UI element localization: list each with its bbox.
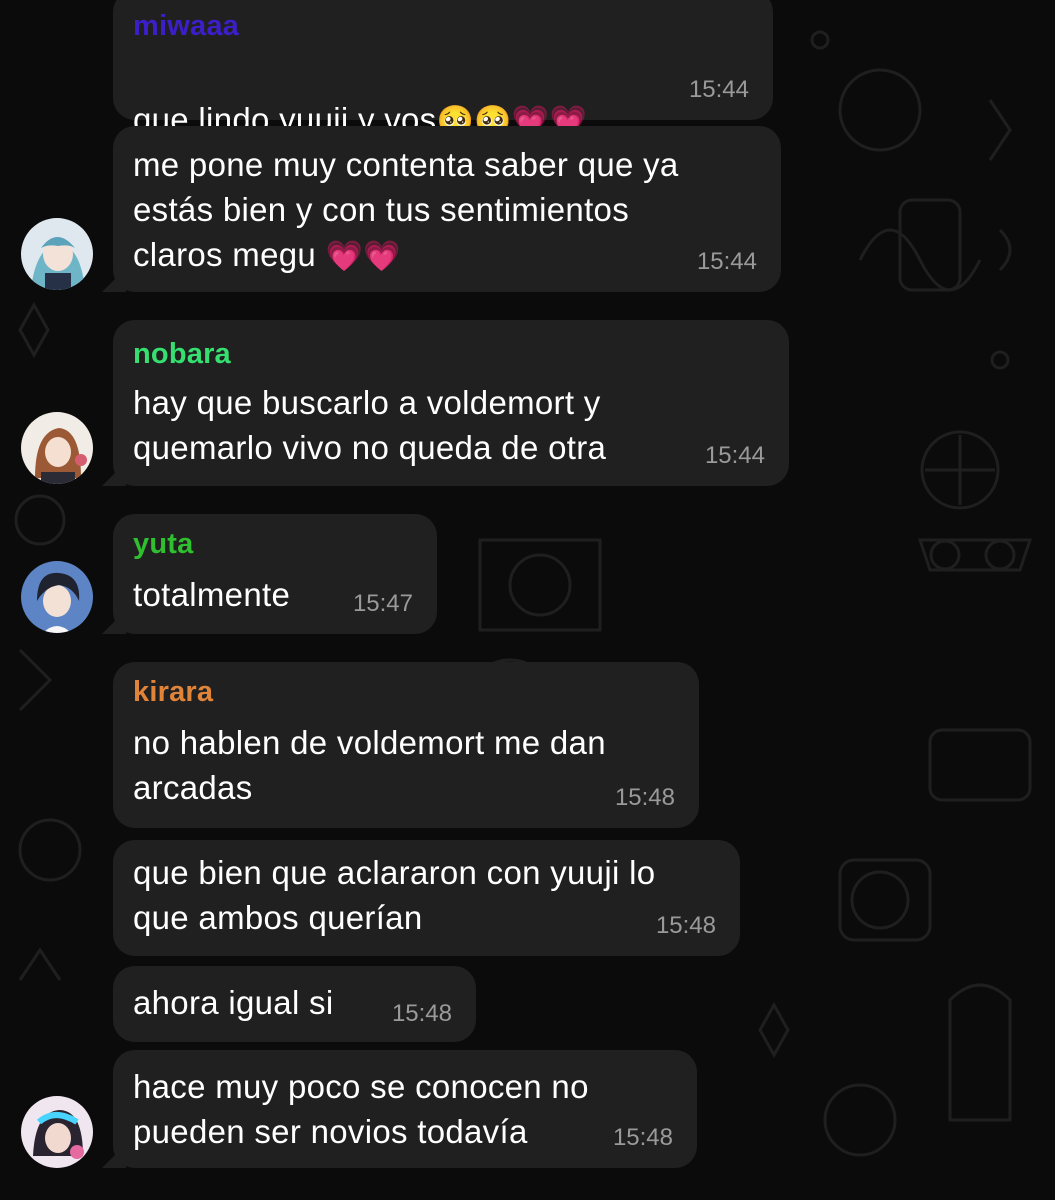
avatar-image — [21, 218, 93, 290]
message-bubble[interactable]: yuta totalmente 15:47 — [102, 514, 437, 634]
message-time: 15:44 — [696, 248, 757, 275]
message-time: 15:44 — [688, 76, 749, 103]
message-time: 15:48 — [614, 784, 675, 811]
avatar-kirara[interactable] — [21, 1096, 93, 1168]
message-text: que bien que aclararon con yuuji lo que … — [133, 854, 656, 936]
message-text: no hablen de voldemort me dan arcadas — [133, 724, 606, 806]
message-time: 15:47 — [352, 590, 413, 617]
message-text: hay que buscarlo a voldemort y quemarlo … — [133, 384, 607, 466]
message-text: me pone muy contenta saber que ya estás … — [133, 146, 679, 274]
message-time: 15:48 — [655, 912, 716, 939]
avatar-image — [21, 1096, 93, 1168]
message-text: totalmente — [133, 576, 291, 613]
message-time: 15:48 — [391, 1000, 452, 1027]
message-bubble[interactable]: nobara hay que buscarlo a voldemort y qu… — [102, 320, 789, 486]
emoji: 💗💗 — [325, 239, 401, 274]
message-text: hace muy poco se conocen no pueden ser n… — [133, 1068, 589, 1150]
message-time: 15:48 — [612, 1124, 673, 1151]
message-bubble[interactable]: miwaaa que lindo yuuji y vos🥺🥺💗💗 15:44 — [113, 0, 773, 139]
avatar-image — [21, 412, 93, 484]
message-bubble[interactable]: kirara no hablen de voldemort me dan arc… — [113, 662, 699, 828]
sender-name[interactable]: yuta — [133, 528, 193, 561]
sender-name[interactable]: kirara — [133, 676, 213, 709]
sender-name[interactable]: miwaaa — [133, 10, 239, 43]
message-text: ahora igual si — [133, 984, 334, 1021]
sender-name[interactable]: nobara — [133, 338, 231, 371]
avatar-yuta[interactable] — [21, 561, 93, 633]
message-bubble[interactable]: me pone muy contenta saber que ya estás … — [102, 126, 781, 292]
message-time: 15:44 — [704, 442, 765, 469]
avatar-nobara[interactable] — [21, 412, 93, 484]
message-bubble[interactable]: que bien que aclararon con yuuji lo que … — [113, 840, 740, 956]
message-bubble[interactable]: ahora igual si 15:48 — [113, 966, 476, 1042]
avatar-miwaaa[interactable] — [21, 218, 93, 290]
message-bubble[interactable]: hace muy poco se conocen no pueden ser n… — [102, 1050, 697, 1168]
avatar-image — [21, 561, 93, 633]
